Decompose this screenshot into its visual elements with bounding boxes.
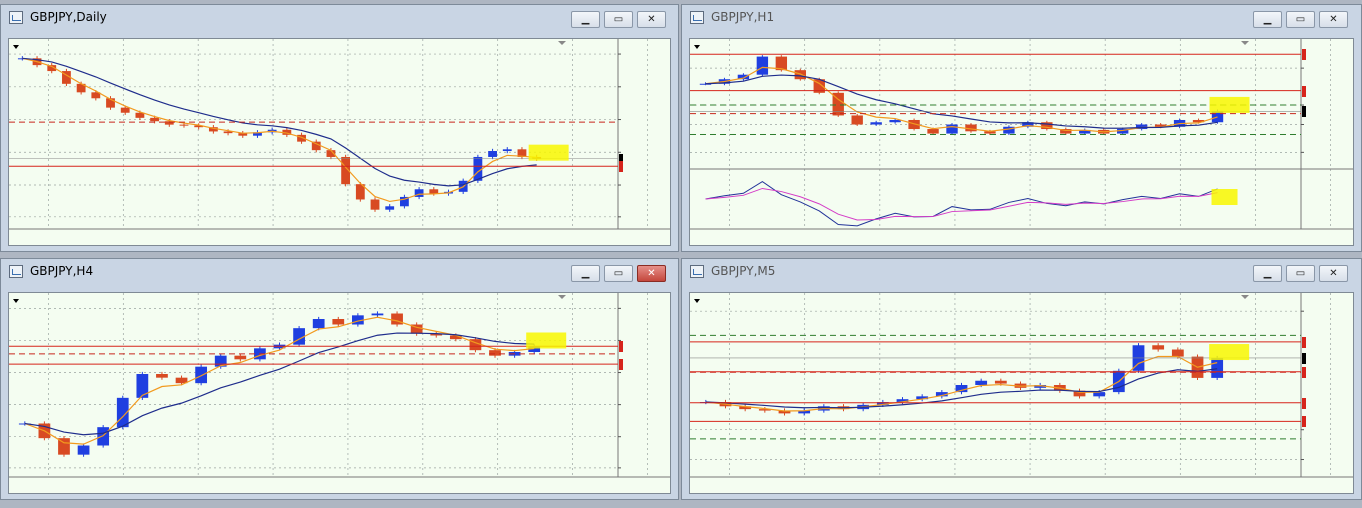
candle-body — [371, 313, 384, 316]
title-bar[interactable]: GBPJPY,H4 ▁ ▭ ✕ — [1, 259, 678, 285]
shift-marker-icon — [1241, 295, 1249, 299]
candle-body — [851, 115, 863, 125]
highlight-marker — [1211, 189, 1238, 205]
minimize-button[interactable]: ▁ — [1253, 11, 1282, 28]
candle-body — [332, 319, 345, 325]
candle-body — [156, 374, 168, 378]
price-chart[interactable] — [8, 292, 671, 494]
candle-body — [312, 319, 325, 329]
collapse-triangle-icon[interactable] — [694, 299, 700, 303]
price-tag — [1302, 397, 1306, 409]
highlight-marker — [1209, 344, 1250, 361]
chart-window-icon — [9, 11, 23, 24]
price-tag — [1302, 416, 1306, 428]
candle-body — [1211, 358, 1224, 378]
price-chart[interactable] — [689, 38, 1354, 246]
close-button[interactable]: ✕ — [637, 11, 666, 28]
candle-body — [385, 206, 395, 210]
candle-body — [195, 366, 208, 384]
price-tag — [619, 359, 623, 371]
candle-body — [1152, 345, 1165, 350]
candle-body — [946, 124, 958, 134]
shift-marker-icon — [558, 295, 566, 299]
candle-body — [889, 119, 901, 123]
macd-line — [705, 180, 1218, 227]
chart-window-h4[interactable]: GBPJPY,H4 ▁ ▭ ✕ — [0, 258, 679, 500]
shift-marker-icon — [1241, 41, 1249, 45]
price-tag — [619, 161, 623, 173]
shift-marker-icon — [558, 41, 566, 45]
candle-body — [473, 156, 483, 181]
price-tag — [1302, 85, 1306, 97]
price-tag — [1302, 366, 1306, 378]
price-chart[interactable] — [689, 292, 1354, 494]
candle-body — [120, 107, 130, 113]
price-chart[interactable] — [8, 38, 671, 246]
candle-body — [234, 355, 247, 360]
candle-body — [77, 445, 90, 455]
collapse-triangle-icon[interactable] — [13, 299, 19, 303]
chart-canvas — [690, 293, 1353, 478]
maximize-button[interactable]: ▭ — [604, 265, 633, 282]
candle-body — [429, 189, 439, 194]
maximize-button[interactable]: ▭ — [604, 11, 633, 28]
title-bar[interactable]: GBPJPY,H1 ▁ ▭ ✕ — [682, 5, 1361, 31]
minimize-button[interactable]: ▁ — [571, 11, 600, 28]
minimize-button[interactable]: ▁ — [571, 265, 600, 282]
price-tag — [1302, 336, 1306, 348]
close-button[interactable]: ✕ — [1319, 265, 1348, 282]
price-tag — [1302, 106, 1306, 118]
candle-body — [927, 129, 939, 134]
candle-body — [975, 380, 988, 385]
candle-body — [136, 374, 149, 398]
candle-body — [370, 199, 380, 210]
fast-moving-average — [705, 66, 1218, 133]
candle-body — [179, 124, 189, 126]
price-tag — [1302, 352, 1306, 364]
highlight-marker — [1209, 96, 1250, 113]
collapse-triangle-icon[interactable] — [13, 45, 19, 49]
chart-window-m5[interactable]: GBPJPY,M5 ▁ ▭ ✕ — [681, 258, 1362, 500]
chart-window-icon — [690, 265, 704, 278]
maximize-button[interactable]: ▭ — [1286, 265, 1315, 282]
candle-body — [1171, 349, 1184, 357]
candle-body — [489, 350, 501, 356]
chart-window-daily[interactable]: GBPJPY,Daily ▁ ▭ ✕ — [0, 4, 679, 252]
window-title: GBPJPY,Daily — [30, 10, 107, 24]
collapse-triangle-icon[interactable] — [694, 45, 700, 49]
title-bar[interactable]: GBPJPY,M5 ▁ ▭ ✕ — [682, 259, 1361, 285]
window-title: GBPJPY,M5 — [711, 264, 776, 278]
candle-body — [150, 117, 160, 122]
highlight-marker — [526, 332, 567, 349]
highlight-marker — [528, 144, 569, 161]
chart-canvas — [690, 39, 1353, 230]
minimize-button[interactable]: ▁ — [1253, 265, 1282, 282]
close-button[interactable]: ✕ — [637, 265, 666, 282]
macd-signal-line — [705, 187, 1218, 221]
candle-body — [756, 56, 769, 75]
chart-canvas — [9, 293, 670, 478]
close-button[interactable]: ✕ — [1319, 11, 1348, 28]
candle-body — [97, 427, 110, 446]
price-tag — [1302, 49, 1306, 61]
chart-canvas — [9, 39, 670, 230]
fast-moving-average — [22, 57, 537, 203]
candle-body — [994, 380, 1007, 384]
candle-body — [488, 151, 497, 157]
maximize-button[interactable]: ▭ — [1286, 11, 1315, 28]
candle-body — [502, 149, 512, 152]
window-title: GBPJPY,H4 — [30, 264, 94, 278]
chart-window-icon — [690, 11, 704, 24]
title-bar[interactable]: GBPJPY,Daily ▁ ▭ ✕ — [1, 5, 678, 31]
chart-window-h1[interactable]: GBPJPY,H1 ▁ ▭ ✕ — [681, 4, 1362, 252]
fast-moving-average — [24, 316, 535, 445]
candle-body — [870, 122, 882, 125]
chart-window-icon — [9, 265, 23, 278]
price-tag — [619, 341, 623, 353]
candle-body — [794, 70, 806, 80]
slow-moving-average — [705, 74, 1218, 129]
window-title: GBPJPY,H1 — [711, 10, 775, 24]
